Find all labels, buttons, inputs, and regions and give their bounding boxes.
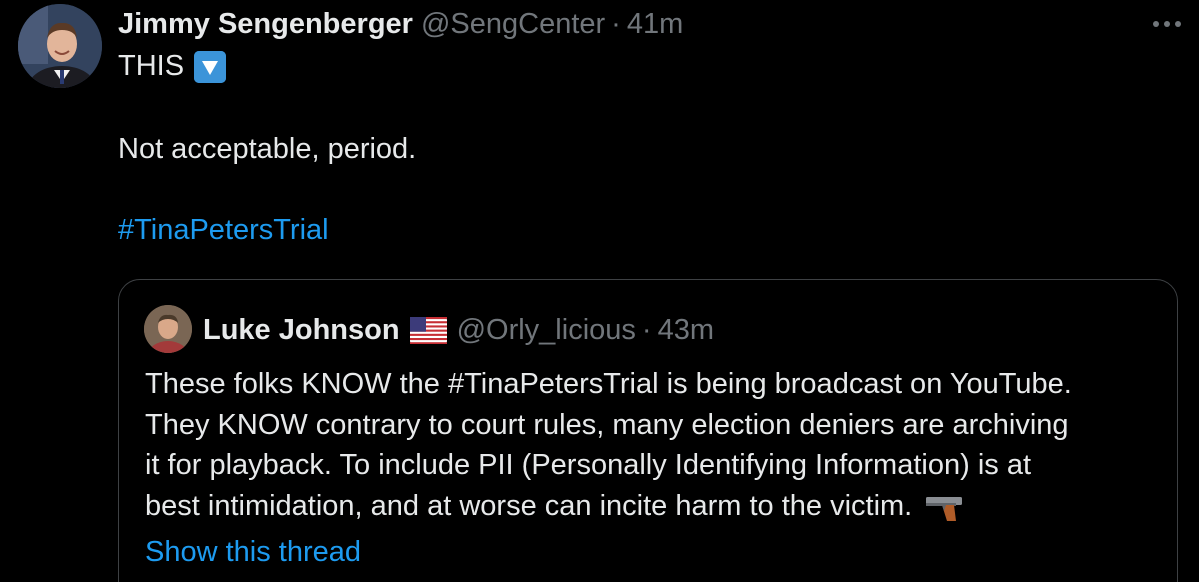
quoted-display-name[interactable]: Luke Johnson bbox=[203, 314, 400, 347]
quoted-text-line: They KNOW contrary to court rules, many … bbox=[145, 408, 1069, 441]
separator-dot: · bbox=[641, 313, 652, 346]
tweet[interactable]: Jimmy Sengenberger @SengCenter · 41m THI… bbox=[0, 0, 1199, 582]
handle[interactable]: @SengCenter bbox=[421, 8, 605, 41]
quoted-text-line: it for playback. To include PII (Persona… bbox=[145, 449, 1032, 481]
tweet-text-line: THIS bbox=[118, 50, 227, 83]
down-arrow-emoji-icon bbox=[194, 50, 227, 83]
quoted-tweet-text: These folks KNOW the #TinaPetersTrial is… bbox=[145, 364, 1165, 526]
quoted-text-line-last: best intimidation, and at worse can inci… bbox=[145, 486, 1165, 527]
tweet-text: THIS bbox=[118, 50, 185, 82]
avatar[interactable] bbox=[18, 4, 102, 88]
pistol-emoji-icon bbox=[924, 493, 964, 521]
quoted-text-line: best intimidation, and at worse can inci… bbox=[145, 489, 913, 522]
quoted-handle[interactable]: @Orly_licious bbox=[457, 314, 636, 347]
quoted-avatar[interactable] bbox=[144, 305, 192, 353]
separator-dot: · bbox=[611, 7, 621, 40]
quoted-timestamp[interactable]: 43m bbox=[658, 314, 714, 347]
quoted-text-line: These folks KNOW the #TinaPetersTrial is… bbox=[145, 368, 1072, 400]
tweet-text-line: Not acceptable, period. bbox=[118, 133, 417, 165]
show-thread-link[interactable]: Show this thread bbox=[145, 536, 361, 569]
display-name[interactable]: Jimmy Sengenberger bbox=[118, 8, 413, 41]
us-flag-icon bbox=[409, 316, 447, 344]
quoted-tweet-card[interactable]: Luke Johnson @Orly_licious · 43m These f… bbox=[118, 279, 1178, 582]
quoted-tweet-header: Luke Johnson @Orly_licious · 43m bbox=[203, 310, 714, 350]
hashtag-link[interactable]: #TinaPetersTrial bbox=[118, 214, 329, 247]
timestamp[interactable]: 41m bbox=[627, 8, 683, 41]
tweet-header: Jimmy Sengenberger @SengCenter · 41m bbox=[118, 6, 683, 42]
more-icon[interactable] bbox=[1147, 6, 1187, 42]
